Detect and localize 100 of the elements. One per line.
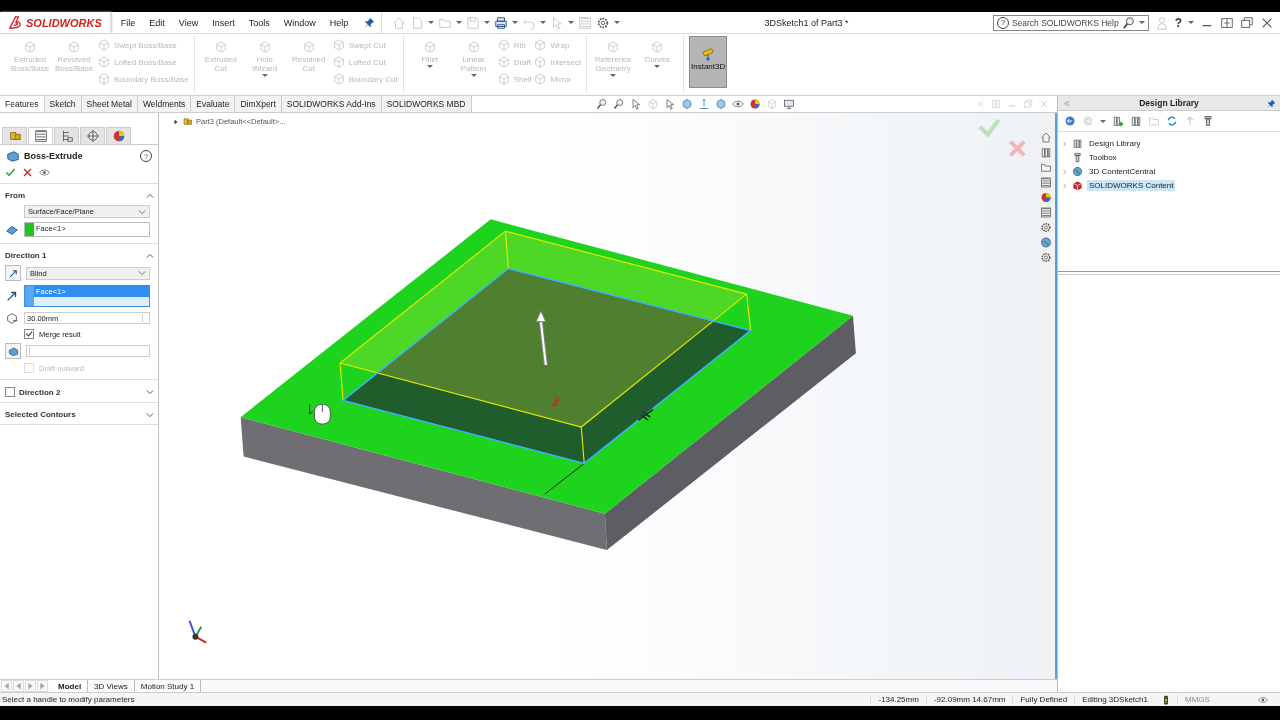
draft-button[interactable] — [5, 343, 21, 359]
command-tab[interactable]: DimXpert — [235, 96, 282, 112]
caret-icon[interactable] — [1188, 21, 1194, 24]
restore-icon[interactable] — [1240, 15, 1254, 30]
tree-item[interactable]: SOLIDWORKS Content — [1087, 180, 1176, 191]
ok-icon[interactable] — [5, 167, 16, 178]
home-icon[interactable] — [1040, 131, 1052, 144]
settings-icon[interactable] — [1040, 251, 1052, 264]
checkbox[interactable] — [24, 329, 34, 339]
menu-item[interactable]: Tools — [244, 17, 274, 28]
depth-icon — [5, 311, 19, 325]
caret-icon[interactable] — [614, 21, 621, 24]
chevron-icon[interactable] — [146, 388, 154, 396]
dimension-handle-icon[interactable] — [637, 408, 654, 421]
first-tab-icon[interactable] — [1, 680, 12, 692]
solid-model-drawing[interactable] — [240, 219, 856, 551]
books-icon[interactable] — [1040, 146, 1052, 159]
block-icon — [7, 345, 19, 357]
command-tab[interactable]: Weldments — [137, 96, 192, 112]
section-title[interactable]: From — [5, 191, 142, 200]
caret-icon[interactable] — [428, 21, 435, 24]
command-tab[interactable]: Evaluate — [191, 96, 236, 112]
bolt-icon[interactable] — [1202, 115, 1214, 127]
draft-angle-field[interactable] — [26, 345, 150, 357]
traffic-light-icon[interactable] — [1161, 694, 1171, 705]
caret-icon[interactable] — [540, 21, 547, 24]
print-icon[interactable] — [494, 15, 509, 30]
ribbon-toggle[interactable]: Instant3D — [689, 36, 728, 88]
expand-icon[interactable] — [173, 118, 179, 125]
menu-item[interactable]: File — [116, 17, 140, 28]
tree-item[interactable]: 3D ContentCentral — [1087, 166, 1158, 177]
command-tab[interactable]: Sheet Metal — [81, 96, 138, 112]
appearance-icon[interactable] — [748, 98, 761, 110]
zoom-area-icon[interactable] — [612, 98, 625, 110]
next-tab-icon[interactable] — [25, 680, 36, 692]
view-tab[interactable]: Model — [52, 680, 89, 692]
eye-icon[interactable] — [39, 167, 50, 178]
cube-icon — [331, 72, 346, 86]
last-tab-icon[interactable] — [37, 680, 48, 692]
help-button[interactable]: ? — [1174, 15, 1182, 30]
chevron-icon[interactable] — [146, 251, 154, 260]
chat-icon[interactable] — [1258, 694, 1268, 705]
parts-icon — [182, 116, 193, 127]
display-cube-icon[interactable] — [714, 98, 727, 110]
annotation-icon[interactable] — [663, 98, 676, 110]
panel-tab[interactable] — [106, 127, 131, 144]
checkbox[interactable] — [5, 387, 15, 397]
reverse-direction-button[interactable] — [5, 265, 21, 281]
menu-item[interactable]: View — [174, 17, 203, 28]
menu-item[interactable]: Window — [279, 17, 320, 28]
app-logo[interactable]: SOLIDWORKS — [0, 12, 111, 33]
caret-icon[interactable] — [1138, 21, 1145, 24]
chevron-icon[interactable] — [146, 191, 154, 200]
panel-tab[interactable] — [54, 127, 79, 144]
previous-tab-icon[interactable] — [13, 680, 24, 692]
add-library-icon[interactable] — [1112, 115, 1124, 127]
previous-view-icon[interactable] — [629, 98, 642, 110]
menu-item[interactable]: Help — [325, 17, 353, 28]
caret-icon[interactable] — [568, 21, 575, 24]
command-tab[interactable]: SOLIDWORKS Add-Ins — [281, 96, 382, 112]
refresh-icon[interactable] — [1166, 115, 1178, 127]
list-icon[interactable] — [1040, 206, 1052, 219]
tree-item[interactable]: Toolbox — [1087, 152, 1119, 163]
eye-icon[interactable] — [731, 98, 744, 110]
command-tab[interactable]: Sketch — [44, 96, 82, 112]
caret-icon[interactable] — [1100, 119, 1106, 123]
back-icon[interactable] — [1064, 115, 1076, 127]
section-title[interactable]: Direction 2 — [19, 387, 142, 397]
chevron-icon — [138, 269, 146, 277]
caret-icon[interactable] — [484, 21, 491, 24]
list-icon[interactable] — [1040, 176, 1052, 189]
globe-icon[interactable] — [1040, 236, 1052, 249]
zoom-to-fit-icon[interactable] — [595, 98, 608, 110]
books-icon[interactable] — [1130, 115, 1142, 127]
command-tab[interactable]: SOLIDWORKS MBD — [381, 96, 472, 112]
pin-icon[interactable] — [1267, 98, 1276, 108]
caret-icon[interactable] — [456, 21, 463, 24]
settings-icon[interactable] — [596, 15, 611, 30]
monitor-icon[interactable] — [782, 98, 795, 110]
pin-icon[interactable] — [364, 17, 376, 28]
chevron-icon[interactable] — [146, 410, 154, 419]
search-icon[interactable] — [1121, 15, 1136, 30]
folder-icon[interactable] — [1040, 161, 1052, 174]
menu-item[interactable]: Insert — [208, 17, 239, 28]
color-sphere-icon[interactable] — [1040, 191, 1052, 204]
panel-tab[interactable] — [2, 127, 27, 144]
cancel-icon[interactable] — [22, 167, 33, 178]
drag-handle-arrow[interactable] — [535, 310, 548, 366]
panel-tab[interactable] — [80, 127, 105, 144]
view-orientation-icon[interactable] — [680, 98, 693, 110]
settings-icon[interactable] — [1040, 221, 1052, 234]
panel-tab[interactable] — [28, 127, 53, 144]
section-title[interactable]: Direction 1 — [5, 251, 142, 260]
section-title[interactable]: Selected Contours — [5, 410, 142, 419]
split-window-icon[interactable] — [1220, 15, 1234, 30]
tree-item[interactable]: Design Library — [1087, 138, 1143, 149]
caret-icon[interactable] — [512, 21, 519, 24]
search-field[interactable]: ? Search SOLIDWORKS Help — [992, 14, 1149, 31]
menu-item[interactable]: Edit — [145, 17, 169, 28]
display-style-icon[interactable] — [697, 98, 710, 110]
